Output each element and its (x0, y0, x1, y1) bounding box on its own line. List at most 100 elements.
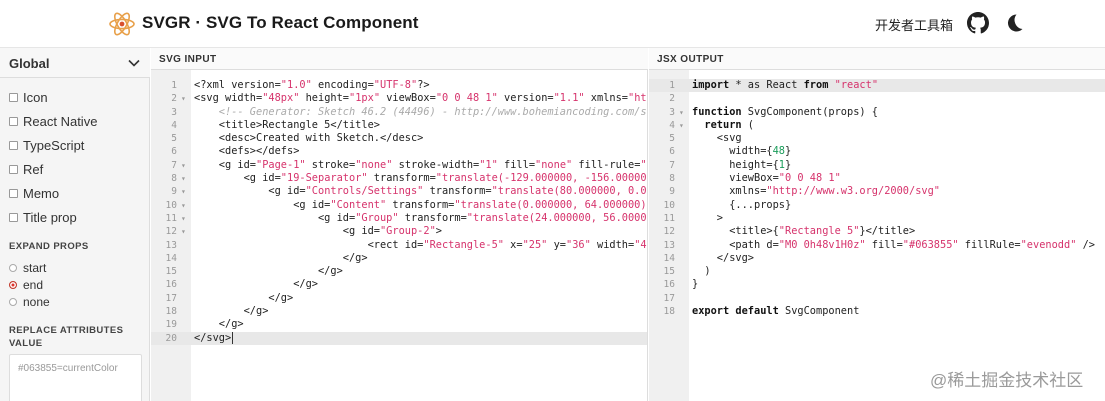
option-label: TypeScript (23, 138, 85, 153)
option-label: Ref (23, 162, 44, 177)
code-line[interactable]: 1 import * as React from "react" (649, 79, 1105, 93)
code-line[interactable]: 12 ▾ <g id="Group-2"> (151, 225, 647, 238)
code-text: </g> (194, 265, 343, 278)
developer-tools-link[interactable]: 开发者工具箱 (875, 15, 953, 34)
jsx-output-editor[interactable]: 1 import * as React from "react" 2 3 ▾ functi… (649, 70, 1105, 401)
fold-arrow-icon[interactable]: ▾ (679, 119, 684, 132)
code-line[interactable]: 14 </svg> (649, 252, 1105, 265)
line-number: 10 (663, 199, 675, 211)
fold-arrow-icon[interactable]: ▾ (181, 225, 186, 238)
svg-input-editor[interactable]: 1 <?xml version="1.0" encoding="UTF-8"?> 2… (151, 70, 648, 401)
fold-arrow-icon[interactable]: ▾ (679, 106, 684, 119)
checkbox[interactable] (9, 93, 18, 102)
code-line[interactable]: 3 ▾ function SvgComponent(props) { (649, 106, 1105, 119)
code-line[interactable]: 13 <path d="M0 0h48v1H0z" fill="#063855"… (649, 239, 1105, 252)
code-line[interactable]: 15 </g> (151, 265, 647, 278)
input-placeholder: #063855=currentColor (18, 363, 118, 374)
code-line[interactable]: 19 </g> (151, 318, 647, 331)
code-text: <desc>Created with Sketch.</desc> (194, 132, 424, 145)
code-line[interactable]: 6 width={48} (649, 145, 1105, 158)
line-number: 1 (171, 80, 177, 91)
code-line[interactable]: 11 > (649, 212, 1105, 225)
code-line[interactable]: 16} (649, 278, 1105, 291)
code-line[interactable]: 3 <!-- Generator: Sketch 46.2 (44496) - … (151, 106, 647, 119)
radio-label: start (23, 261, 47, 275)
checkbox[interactable] (9, 189, 18, 198)
fold-arrow-icon[interactable]: ▾ (181, 212, 186, 225)
replace-attributes-input[interactable]: #063855=currentColor (9, 354, 142, 401)
code-line[interactable]: 8 viewBox="0 0 48 1" (649, 172, 1105, 185)
code-line[interactable]: 12 <title>{"Rectangle 5"}</title> (649, 225, 1105, 238)
code-line[interactable]: 2 (649, 92, 1105, 105)
line-number: 7 (669, 159, 675, 171)
code-line[interactable]: 1 <?xml version="1.0" encoding="UTF-8"?> (151, 79, 647, 92)
code-line[interactable]: 13 <rect id="Rectangle-5" x="25" y="36" … (151, 239, 647, 252)
line-number: 15 (165, 266, 177, 278)
code-line[interactable]: 18 export default SvgComponent (649, 305, 1105, 318)
line-number: 11 (663, 212, 675, 224)
line-number: 12 (165, 226, 177, 238)
code-line[interactable]: 6 <defs></defs> (151, 145, 647, 158)
fold-arrow-icon[interactable]: ▾ (181, 185, 186, 198)
code-text: <?xml version="1.0" encoding="UTF-8"?> (194, 79, 430, 91)
github-icon[interactable] (967, 12, 989, 34)
option-label: Memo (23, 186, 60, 201)
radio-button[interactable] (9, 298, 17, 306)
code-line[interactable]: 9 ▾ <g id="Controls/Settings" transform="… (151, 185, 647, 198)
radio-button[interactable] (9, 264, 17, 272)
code-text: } (692, 278, 699, 291)
code-line[interactable]: 7 height={1} (649, 159, 1105, 172)
code-text: </g> (194, 251, 368, 264)
option-label: Icon (23, 90, 48, 105)
code-line[interactable]: 14 </g> (151, 252, 647, 265)
line-number: 9 (669, 186, 675, 198)
options-sidebar: Global Icon React Native TypeScript Ref … (0, 48, 150, 401)
line-number: 5 (171, 133, 177, 145)
code-line[interactable]: 17 </g> (151, 292, 647, 305)
panel-title: SVG INPUT (159, 54, 217, 65)
line-number: 19 (165, 319, 177, 331)
fold-arrow-icon[interactable]: ▾ (181, 159, 186, 172)
code-line[interactable]: 4 <title>Rectangle 5</title> (151, 119, 647, 132)
code-line[interactable]: 20 </svg> (151, 331, 647, 345)
code-line[interactable]: 5 <desc>Created with Sketch.</desc> (151, 132, 647, 145)
code-text: viewBox="0 0 48 1" (692, 172, 841, 185)
checkbox[interactable] (9, 141, 18, 150)
code-line[interactable]: 8 ▾ <g id="19-Separator" transform="trans… (151, 172, 647, 185)
radio-button-selected[interactable] (9, 281, 17, 289)
panel-title: JSX OUTPUT (657, 54, 724, 65)
code-text: <path d="M0 0h48v1H0z" fill="#063855" fi… (692, 238, 1095, 251)
react-logo-icon[interactable] (108, 10, 136, 38)
line-number: 20 (165, 332, 177, 344)
code-line[interactable]: 15 ) (649, 265, 1105, 278)
code-line[interactable]: 4 ▾ return ( (649, 119, 1105, 132)
moon-icon[interactable] (1003, 12, 1025, 34)
code-line[interactable]: 2 ▾ <svg width="48px" height="1px" viewBox… (151, 92, 647, 105)
code-line[interactable]: 10 {...props} (649, 199, 1105, 212)
fold-arrow-icon[interactable]: ▾ (181, 172, 186, 185)
code-line[interactable]: 9 xmlns="http://www.w3.org/2000/svg" (649, 185, 1105, 198)
code-lines: 1 <?xml version="1.0" encoding="UTF-8"?> 2… (151, 79, 647, 345)
line-number: 11 (165, 212, 177, 224)
code-line[interactable]: 16 </g> (151, 278, 647, 291)
option-label: React Native (23, 114, 98, 129)
code-line[interactable]: 7 ▾ <g id="Page-1" stroke="none" stroke-w… (151, 159, 647, 172)
checkbox[interactable] (9, 165, 18, 174)
fold-arrow-icon[interactable]: ▾ (181, 199, 186, 212)
code-text: {...props} (692, 198, 792, 211)
code-text: <g id="Content" transform="translate(0.0… (194, 198, 647, 211)
fold-arrow-icon[interactable]: ▾ (181, 92, 186, 105)
checkbox[interactable] (9, 213, 18, 222)
code-line[interactable]: 5 <svg (649, 132, 1105, 145)
line-number: 1 (669, 80, 675, 91)
option-label: Title prop (23, 210, 77, 225)
app-title: SVGR · SVG To React Component (142, 13, 419, 32)
code-line[interactable]: 11 ▾ <g id="Group" transform="translate(2… (151, 212, 647, 225)
code-line[interactable]: 10 ▾ <g id="Content" transform="translate… (151, 199, 647, 212)
code-text: height={1} (692, 158, 792, 171)
replace-attributes-heading: REPLACE ATTRIBUTES VALUE (9, 324, 123, 350)
code-line[interactable]: 18 </g> (151, 305, 647, 318)
checkbox[interactable] (9, 117, 18, 126)
scope-select[interactable]: Global (0, 48, 150, 78)
code-line[interactable]: 17 (649, 292, 1105, 305)
